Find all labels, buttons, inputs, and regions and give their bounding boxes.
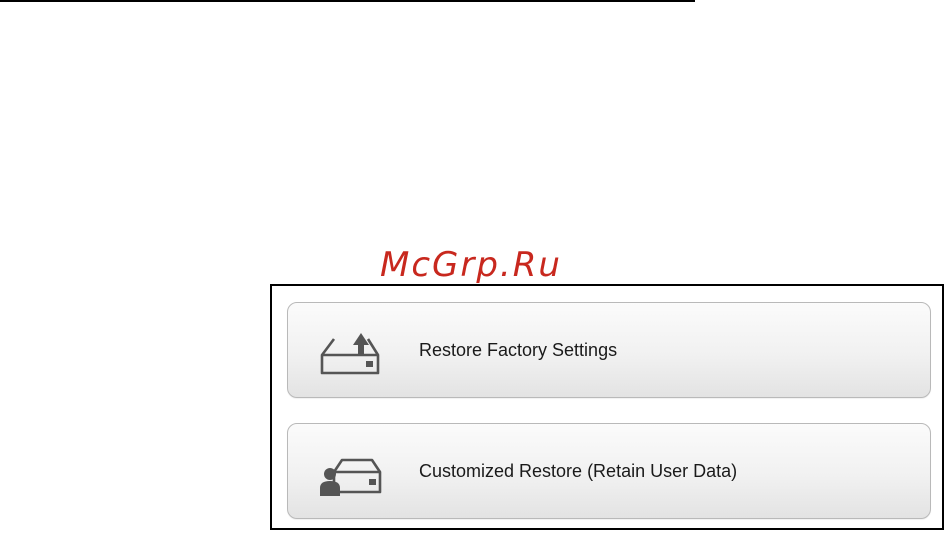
restore-factory-settings-button[interactable]: Restore Factory Settings: [287, 302, 931, 398]
customized-restore-button[interactable]: Customized Restore (Retain User Data): [287, 423, 931, 519]
restore-options-panel: Restore Factory Settings Customized Rest…: [270, 284, 944, 530]
drive-user-icon: [320, 458, 382, 496]
drive-upload-icon: [320, 333, 380, 375]
top-rule: [0, 0, 695, 2]
restore-factory-settings-label: Restore Factory Settings: [419, 339, 618, 360]
customized-restore-label: Customized Restore (Retain User Data): [419, 460, 738, 481]
watermark-text: McGrp.Ru: [380, 245, 562, 285]
